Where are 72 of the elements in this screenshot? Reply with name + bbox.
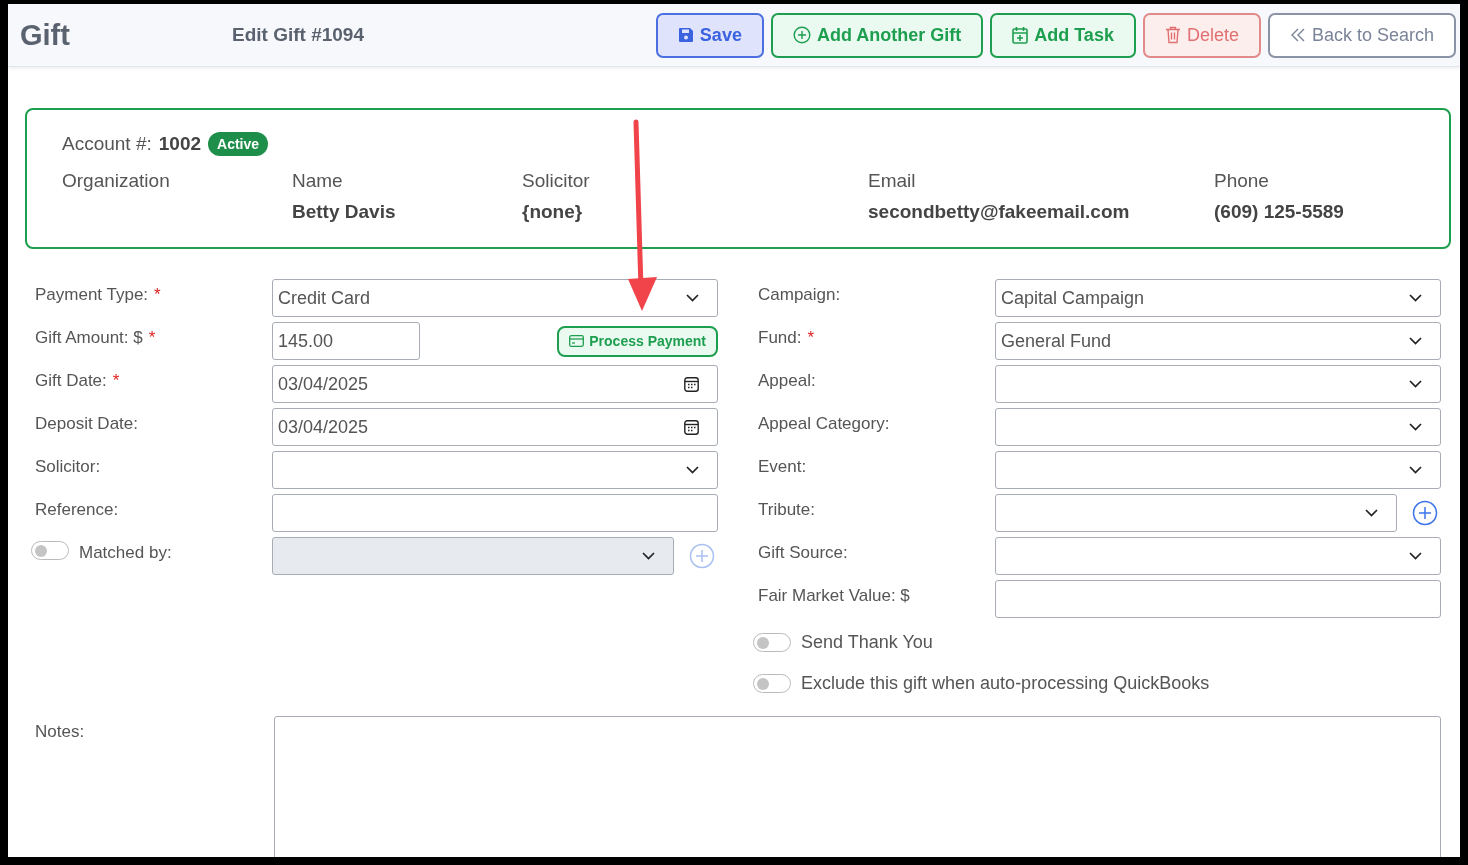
calendar-plus-icon xyxy=(1012,26,1029,44)
text-input[interactable] xyxy=(272,494,718,532)
select-field[interactable]: Capital Campaign xyxy=(995,279,1441,317)
chevron-down-icon xyxy=(1409,466,1422,474)
select-field[interactable] xyxy=(995,451,1441,489)
select-field[interactable] xyxy=(995,408,1441,446)
toggle-label: Exclude this gift when auto-processing QuickBooks xyxy=(801,673,1210,694)
select-field[interactable] xyxy=(995,494,1397,532)
info-label: Email xyxy=(868,170,917,192)
field-label: Campaign: xyxy=(758,285,841,305)
field-label: Deposit Date: xyxy=(35,414,138,434)
trash-icon xyxy=(1164,26,1181,44)
select-field[interactable] xyxy=(995,365,1441,403)
field-label: Tribute: xyxy=(758,500,815,520)
save-button[interactable]: Save xyxy=(655,12,764,58)
select-field[interactable] xyxy=(995,537,1441,575)
field-label: Reference: xyxy=(35,500,119,520)
info-value: (609) 125-5589 xyxy=(1214,201,1344,223)
toggle-switch[interactable] xyxy=(753,633,791,652)
chevron-down-icon xyxy=(1409,337,1422,345)
double-chevron-left-icon xyxy=(1289,27,1306,43)
add-circle-icon[interactable] xyxy=(1412,500,1438,526)
required-mark: * xyxy=(154,285,161,305)
field-label: Fair Market Value: $ xyxy=(758,586,910,606)
back-button[interactable]: Back to Search xyxy=(1267,12,1456,58)
toggle-switch[interactable] xyxy=(753,674,791,693)
page-title: Gift xyxy=(20,18,71,52)
required-mark: * xyxy=(807,328,815,348)
info-label: Organization xyxy=(62,170,171,192)
select-field[interactable]: Credit Card xyxy=(272,279,718,317)
page-subtitle: Edit Gift #1094 xyxy=(232,24,364,46)
account-number: 1002 xyxy=(158,133,202,155)
chevron-down-icon xyxy=(1409,380,1422,388)
chevron-down-icon xyxy=(1365,509,1378,517)
field-label: Appeal: xyxy=(758,371,816,391)
info-value: {none} xyxy=(522,201,584,223)
field-label: Payment Type: xyxy=(35,285,149,305)
info-value: secondbetty@fakeemail.com xyxy=(868,201,1131,223)
required-mark: * xyxy=(112,371,120,391)
text-input[interactable] xyxy=(995,580,1441,618)
field-label: Appeal Category: xyxy=(758,414,890,434)
field-label: Event: xyxy=(758,457,807,477)
notes-label: Notes: xyxy=(35,721,86,743)
info-label: Phone xyxy=(1214,170,1270,192)
calendar-icon xyxy=(684,419,699,435)
field-label: Gift Source: xyxy=(758,543,848,563)
credit-card-icon xyxy=(569,335,585,347)
info-label: Solicitor xyxy=(522,170,591,192)
field-label: Gift Date: xyxy=(35,371,107,391)
chevron-down-icon xyxy=(642,552,655,560)
amount-input[interactable]: 145.00 xyxy=(272,322,420,360)
chevron-down-icon xyxy=(1409,552,1422,560)
chevron-down-icon xyxy=(686,466,699,474)
field-label: Solicitor: xyxy=(35,457,101,477)
select-field[interactable]: General Fund xyxy=(995,322,1441,360)
plus-circle-icon xyxy=(792,26,811,44)
toggle-label: Send Thank You xyxy=(801,632,933,653)
info-label: Name xyxy=(292,170,344,192)
date-input[interactable]: 03/04/2025 xyxy=(272,408,718,446)
field-label: Fund: xyxy=(758,328,802,348)
status-badge: Active xyxy=(208,132,269,156)
required-mark: * xyxy=(148,328,156,348)
account-label: Account #: xyxy=(62,133,152,155)
select-field[interactable] xyxy=(272,451,718,489)
info-value: Betty Davis xyxy=(292,201,397,223)
field-label: Matched by: xyxy=(79,543,172,563)
chevron-down-icon xyxy=(1409,423,1422,431)
chevron-down-icon xyxy=(686,294,699,302)
calendar-icon xyxy=(684,376,699,392)
chevron-down-icon xyxy=(1409,294,1422,302)
field-label: Gift Amount: $ xyxy=(35,328,143,348)
date-input[interactable]: 03/04/2025 xyxy=(272,365,718,403)
